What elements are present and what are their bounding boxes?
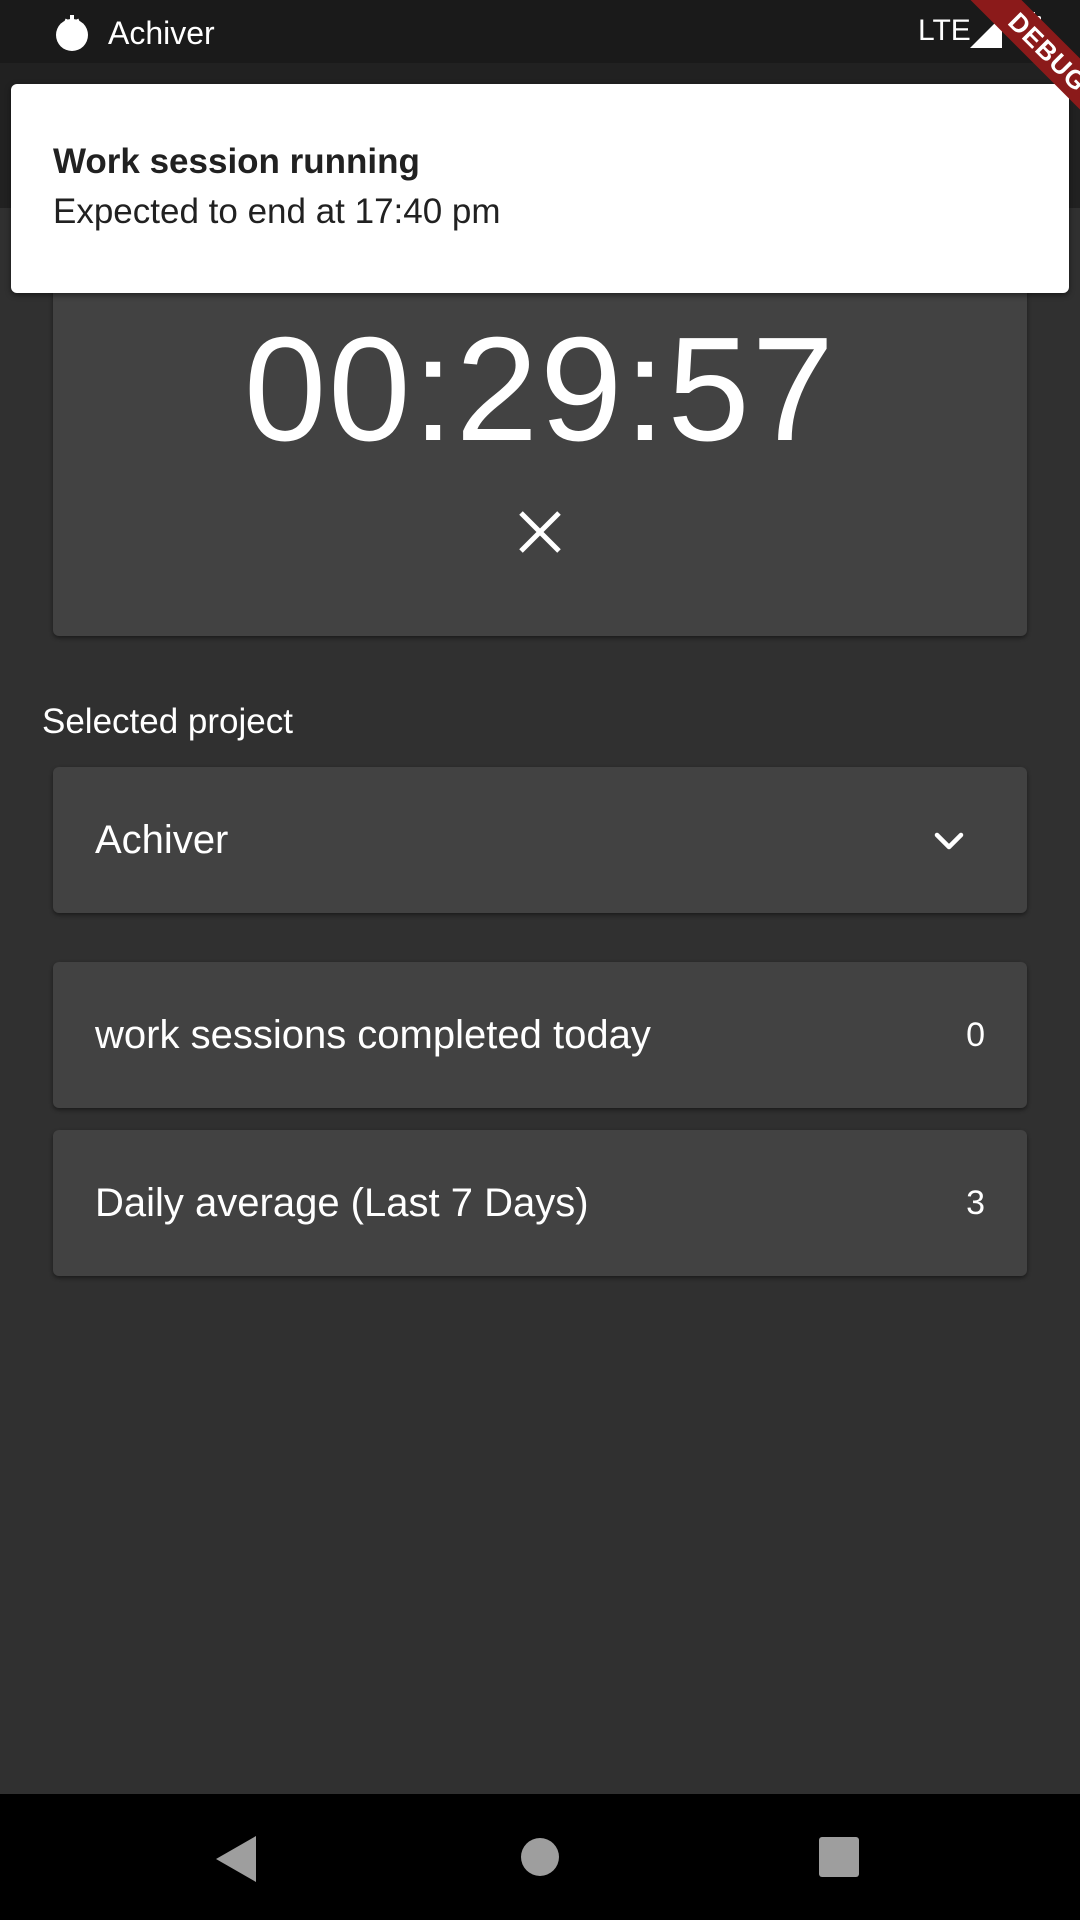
home-circle-icon[interactable]: [517, 1834, 563, 1880]
close-icon[interactable]: [515, 507, 565, 557]
tomato-icon: [56, 15, 88, 51]
stat-row-sessions-today: work sessions completed today 0: [53, 962, 1027, 1108]
stat-label: work sessions completed today: [95, 1013, 651, 1057]
project-dropdown-value: Achiver: [95, 818, 229, 862]
project-dropdown[interactable]: Achiver: [53, 767, 1027, 913]
notification-body: Expected to end at 17:40 pm: [53, 192, 501, 231]
chevron-down-icon: [934, 832, 964, 850]
network-type-label: LTE: [918, 14, 971, 47]
heads-up-notification[interactable]: Work session running Expected to end at …: [11, 84, 1069, 293]
stat-label: Daily average (Last 7 Days): [95, 1181, 589, 1225]
cell-signal-icon: [970, 16, 1002, 48]
recents-square-icon[interactable]: [816, 1834, 862, 1880]
notification-title: Work session running: [53, 142, 420, 181]
timer-card: 00:29:57: [53, 250, 1027, 636]
status-app-name: Achiver: [108, 15, 215, 51]
system-nav-bar: [0, 1794, 1080, 1920]
status-bar: Achiver LTE: [0, 0, 1080, 63]
back-triangle-icon[interactable]: [212, 1834, 262, 1884]
stat-value: 3: [966, 1184, 985, 1222]
timer-display: 00:29:57: [243, 307, 837, 472]
battery-icon: [1021, 12, 1041, 49]
selected-project-label: Selected project: [42, 702, 293, 741]
stat-value: 0: [966, 1016, 985, 1054]
stat-row-daily-average: Daily average (Last 7 Days) 3: [53, 1130, 1027, 1276]
